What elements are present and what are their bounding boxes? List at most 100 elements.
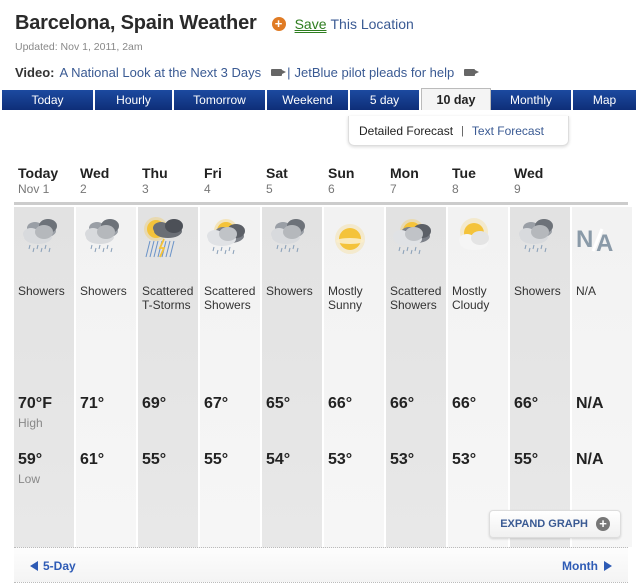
updated-timestamp: Updated: Nov 1, 2011, 2am bbox=[15, 41, 143, 53]
day-name: Sat bbox=[266, 165, 288, 181]
high-temp: 69° bbox=[142, 395, 167, 412]
video-separator: | bbox=[287, 65, 291, 80]
forecast-day-column[interactable]: Scattered Showers 66° 53° bbox=[386, 207, 446, 547]
low-temp: 55° bbox=[204, 451, 229, 468]
day-date: 7 bbox=[390, 182, 397, 196]
forecast-day-column[interactable]: Showers 65° 54° bbox=[262, 207, 322, 547]
forecast-day-column[interactable]: Showers 71° 61° bbox=[76, 207, 136, 547]
showers-icon bbox=[80, 217, 124, 261]
day-name: Sun bbox=[328, 165, 355, 181]
scattered-tstorms-icon bbox=[142, 217, 186, 261]
day-name: Fri bbox=[204, 165, 222, 181]
showers-icon bbox=[18, 217, 62, 261]
video-camera-icon bbox=[271, 69, 287, 76]
detailed-forecast-tab[interactable]: Detailed Forecast bbox=[359, 124, 453, 138]
day-name: Wed bbox=[514, 165, 544, 181]
next-label[interactable]: Month bbox=[562, 559, 598, 573]
forecast-day-column[interactable]: Showers 66° 55° bbox=[510, 207, 570, 547]
day-header: Mon 7 bbox=[386, 165, 448, 196]
low-label: Low bbox=[18, 472, 41, 486]
forecast-grid: Showers 70°F High 59° Low Showers 71° 61° Scatte… bbox=[14, 207, 632, 547]
condition-text: Showers bbox=[18, 284, 65, 298]
video-row: Video: A National Look at the Next 3 Day… bbox=[15, 65, 480, 80]
condition-text: Showers bbox=[80, 284, 127, 298]
video-link-1[interactable]: A National Look at the Next 3 Days bbox=[60, 65, 262, 80]
forecast-day-column[interactable]: Mostly Sunny 66° 53° bbox=[324, 207, 384, 547]
save-location[interactable]: + Save This Location bbox=[271, 16, 414, 32]
condition-text: Scattered Showers bbox=[204, 284, 256, 312]
showers-icon bbox=[266, 217, 310, 261]
condition-text: Mostly Sunny bbox=[328, 284, 363, 312]
arrow-right-icon[interactable] bbox=[604, 561, 612, 571]
tab-today[interactable]: Today bbox=[2, 90, 95, 110]
condition-text: Scattered Showers bbox=[390, 284, 442, 312]
day-header: Sun 6 bbox=[324, 165, 386, 196]
day-name: Thu bbox=[142, 165, 168, 181]
tab-hourly[interactable]: Hourly bbox=[95, 90, 174, 110]
low-temp: N/A bbox=[576, 451, 604, 468]
high-temp: N/A bbox=[576, 395, 604, 412]
tab-tomorrow[interactable]: Tomorrow bbox=[174, 90, 267, 110]
svg-text:A: A bbox=[596, 230, 613, 257]
low-temp: 53° bbox=[328, 451, 353, 468]
forecast-day-column[interactable]: N A N/A N/A N/A bbox=[572, 207, 632, 547]
low-temp: 53° bbox=[452, 451, 477, 468]
day-header: Sat 5 bbox=[262, 165, 324, 196]
day-header: Wed 2 bbox=[76, 165, 138, 196]
save-location-label[interactable]: This Location bbox=[331, 16, 414, 32]
high-temp: 71° bbox=[80, 395, 105, 412]
save-link[interactable]: Save bbox=[295, 16, 327, 32]
expand-graph-button[interactable]: EXPAND GRAPH + bbox=[489, 510, 621, 538]
video-camera-icon bbox=[464, 69, 480, 76]
forecast-day-column[interactable]: Showers 70°F High 59° Low bbox=[14, 207, 74, 547]
day-date: 5 bbox=[266, 182, 273, 196]
tab-map[interactable]: Map bbox=[573, 90, 636, 110]
plus-icon[interactable]: + bbox=[596, 517, 610, 531]
tab-10-day[interactable]: 10 day bbox=[421, 88, 491, 110]
tab-monthly[interactable]: Monthly bbox=[491, 90, 573, 110]
text-forecast-link[interactable]: Text Forecast bbox=[472, 124, 544, 138]
condition-text: Scattered T-Storms bbox=[142, 284, 194, 312]
mostly-sunny-icon bbox=[328, 217, 372, 261]
expand-graph-label[interactable]: EXPAND GRAPH bbox=[500, 518, 588, 530]
day-header: Fri 4 bbox=[200, 165, 262, 196]
na-icon: NA bbox=[576, 217, 620, 261]
svg-text:N: N bbox=[576, 226, 593, 253]
forecast-view-toggle: Detailed Forecast | Text Forecast bbox=[348, 116, 569, 146]
condition-text: N/A bbox=[576, 284, 597, 298]
scattered-showers-icon bbox=[204, 217, 248, 261]
high-temp: 65° bbox=[266, 395, 291, 412]
video-link-2[interactable]: JetBlue pilot pleads for help bbox=[295, 65, 455, 80]
scattered-showers-icon bbox=[390, 217, 434, 261]
prev-label[interactable]: 5-Day bbox=[43, 559, 76, 573]
day-date: 8 bbox=[452, 182, 459, 196]
video-label: Video: bbox=[15, 65, 55, 80]
high-temp: 66° bbox=[514, 395, 539, 412]
page-title: Barcelona, Spain Weather bbox=[15, 12, 257, 34]
forecast-tabs: Today Hourly Tomorrow Weekend 5 day 10 d… bbox=[2, 88, 636, 110]
showers-icon bbox=[514, 217, 558, 261]
condition-text: Showers bbox=[514, 284, 561, 298]
forecast-day-column[interactable]: Scattered Showers 67° 55° bbox=[200, 207, 260, 547]
tab-weekend[interactable]: Weekend bbox=[267, 90, 350, 110]
high-temp: 66° bbox=[390, 395, 415, 412]
plus-icon[interactable]: + bbox=[271, 16, 286, 31]
low-temp: 55° bbox=[514, 451, 539, 468]
low-temp: 59° bbox=[18, 451, 43, 468]
prev-5-day-link[interactable]: 5-Day bbox=[30, 559, 76, 573]
arrow-left-icon[interactable] bbox=[30, 561, 38, 571]
condition-text: Mostly Cloudy bbox=[452, 284, 490, 312]
next-month-link[interactable]: Month bbox=[562, 559, 612, 573]
day-header: Tue 8 bbox=[448, 165, 510, 196]
forecast-day-column[interactable]: Mostly Cloudy 66° 53° bbox=[448, 207, 508, 547]
day-date: 9 bbox=[514, 182, 521, 196]
day-date: Nov 1 bbox=[18, 182, 50, 196]
low-temp: 54° bbox=[266, 451, 291, 468]
high-temp: 66° bbox=[328, 395, 353, 412]
high-label: High bbox=[18, 416, 43, 430]
day-name: Tue bbox=[452, 165, 476, 181]
day-name: Mon bbox=[390, 165, 419, 181]
tab-5-day[interactable]: 5 day bbox=[350, 90, 421, 110]
forecast-day-column[interactable]: Scattered T-Storms 69° 55° bbox=[138, 207, 198, 547]
day-name: Wed bbox=[80, 165, 110, 181]
